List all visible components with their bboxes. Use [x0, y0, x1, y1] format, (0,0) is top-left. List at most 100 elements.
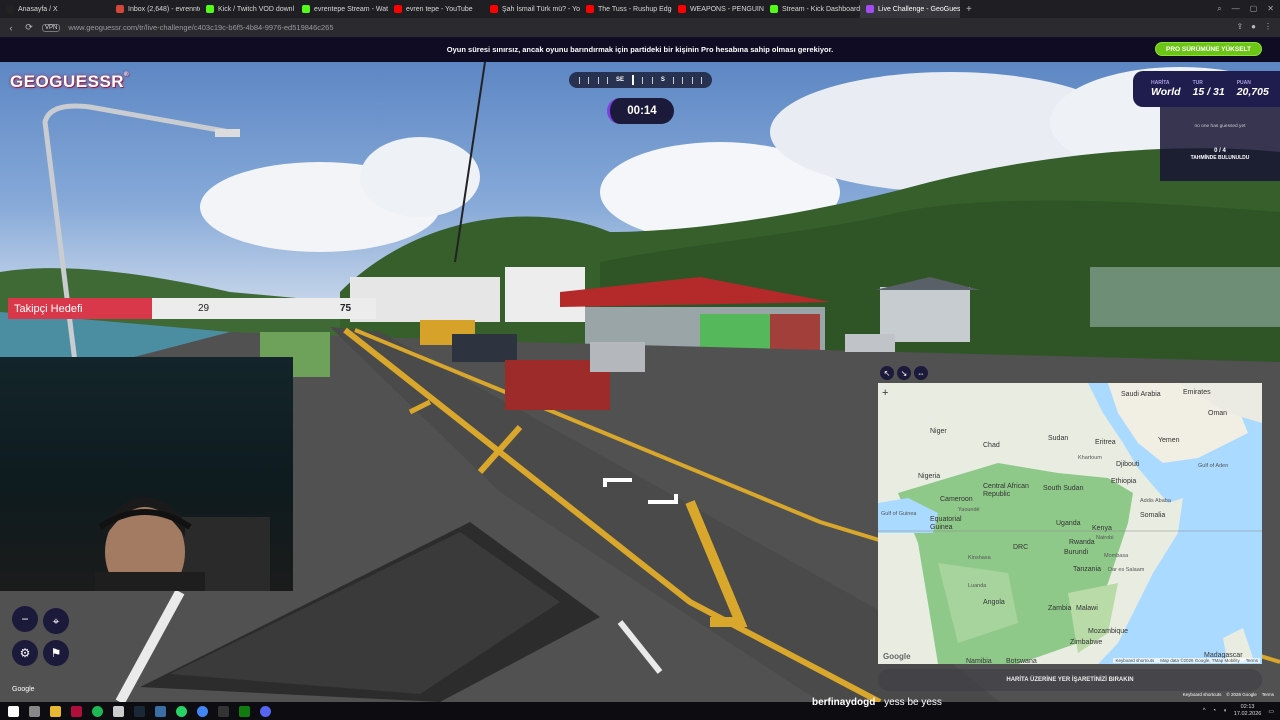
follower-goal-bar: Takipçi Hedefi 29 75 — [8, 298, 376, 319]
geoguessr-logo[interactable]: GEOGUESSR® — [10, 72, 129, 92]
maximize-icon[interactable]: ▢ — [1250, 4, 1258, 14]
tab-favicon-icon — [206, 5, 214, 13]
notepad-icon[interactable] — [113, 705, 124, 717]
map-label: Sudan — [1048, 435, 1069, 442]
chat-message-text: yess be yess — [884, 697, 942, 708]
clock[interactable]: 02:13 17.02.2026 — [1234, 704, 1262, 718]
xbox-icon[interactable] — [239, 705, 250, 717]
search-tabs-icon[interactable]: ⌕ — [1217, 4, 1221, 14]
settings-button[interactable]: ⚙ — [12, 640, 38, 666]
map-label: Angola — [983, 599, 1005, 606]
compass-direction-s: S — [660, 77, 665, 83]
start-icon[interactable] — [8, 705, 19, 717]
discord-icon[interactable] — [260, 705, 271, 717]
map-size-controls: ↖ ↘ ⇔ — [880, 366, 928, 380]
street-view-google-logo: Google — [12, 686, 35, 693]
tab-favicon-icon — [770, 5, 778, 13]
file-explorer-icon[interactable] — [50, 705, 61, 717]
map-city-label: Nairobi — [1096, 535, 1114, 541]
browser-tab[interactable]: The Tuss - Rushup Edge — [580, 0, 672, 18]
browser-tab[interactable]: Kick / Twitch VOD downl — [200, 0, 296, 18]
zoom-out-button[interactable]: − — [12, 606, 38, 632]
menu-icon[interactable]: ⋮ — [1264, 22, 1272, 31]
system-tray: ^ ◔ ◖ 02:13 17.02.2026 ▭ — [1203, 704, 1274, 718]
map-stat: HARİTA World — [1151, 80, 1181, 98]
map-terms-link[interactable]: Terms — [1246, 658, 1258, 663]
tab-favicon-icon — [866, 5, 874, 13]
flag-button[interactable]: ⚑ — [43, 640, 69, 666]
tab-favicon-icon — [678, 5, 686, 13]
tab-favicon-icon — [116, 5, 124, 13]
map-label: Namibia — [966, 658, 992, 664]
map-label: Rwanda — [1069, 539, 1095, 546]
sv-terms-link[interactable]: Terms — [1262, 692, 1274, 697]
map-label: Ethiopia — [1111, 478, 1137, 485]
notification-icon[interactable]: ▭ — [1268, 708, 1274, 715]
map-label: Cameroon — [940, 496, 973, 503]
browser-tab[interactable]: Inbox (2,648) - evrenntep — [110, 0, 200, 18]
browser-tab[interactable]: Live Challenge - GeoGues — [860, 0, 960, 18]
map-pin-icon[interactable]: ⇔ — [914, 366, 928, 380]
gear-icon: ⚙ — [19, 646, 31, 660]
url-field[interactable]: www.geoguessr.com/tr/live-challenge/c403… — [68, 23, 333, 32]
browser-tab[interactable]: WEAPONS - PENGUIN - E — [672, 0, 764, 18]
profile-icon[interactable]: ● — [1251, 22, 1256, 31]
share-icon[interactable]: ⇪ — [1236, 22, 1243, 31]
map-label: Oman — [1208, 410, 1228, 417]
app-icon[interactable] — [71, 705, 82, 717]
obs-icon[interactable] — [218, 705, 229, 717]
spotify-icon[interactable] — [92, 705, 103, 717]
tab-label: The Tuss - Rushup Edge — [598, 5, 672, 13]
wifi-icon[interactable]: ◔ — [1213, 708, 1217, 714]
place-marker-button[interactable]: HARİTA ÜZERİNE YER İŞARETİNİZİ BIRAKIN — [878, 669, 1262, 691]
compass-center-mark — [632, 75, 635, 85]
volume-icon[interactable]: ◖ — [1223, 708, 1227, 714]
browser-tab-bar: Anasayfa / X Inbox (2,648) - evrenntep Kic… — [0, 0, 1280, 18]
sv-keyboard-shortcuts[interactable]: Keyboard shortcuts — [1183, 692, 1222, 697]
upgrade-pro-button[interactable]: PRO SÜRÜMÜNE YÜKSELT — [1155, 42, 1262, 56]
map-label: Burundi — [1064, 549, 1089, 556]
webcam-image — [95, 497, 270, 591]
map-label: Botswana — [1006, 658, 1037, 664]
reload-icon[interactable]: ⟳ — [24, 22, 34, 33]
network-app-icon[interactable] — [155, 705, 166, 717]
map-zoom-in-button[interactable]: + — [882, 387, 888, 399]
task-view-icon[interactable] — [29, 705, 40, 717]
map-label: Chad — [983, 442, 1000, 449]
minimize-icon[interactable]: — — [1232, 4, 1240, 14]
tab-favicon-icon — [6, 5, 14, 13]
map-label: Central African Republic — [983, 483, 1029, 498]
tab-label: Stream - Kick Dashboard — [782, 5, 860, 13]
map-data-credit: Map data ©2026 Google, TMap Mobility — [1160, 658, 1240, 663]
browser-tab[interactable]: evrentepe Stream - Watc — [296, 0, 388, 18]
map-expand-icon[interactable]: ↖ — [880, 366, 894, 380]
map-keyboard-shortcuts[interactable]: Keyboard shortcuts — [1115, 658, 1154, 663]
browser-tab[interactable]: Stream - Kick Dashboard — [764, 0, 860, 18]
browser-tab[interactable]: Şah İsmail Türk mü? - Yo — [484, 0, 580, 18]
steam-icon[interactable] — [134, 705, 145, 717]
map-city-label: Mombasa — [1104, 553, 1129, 559]
map-city-label: Kinshasa — [968, 555, 991, 561]
follower-goal-target: 75 — [340, 303, 352, 314]
new-tab-button[interactable]: + — [960, 4, 978, 15]
vpn-badge[interactable]: VPN — [42, 23, 61, 32]
chrome-icon[interactable] — [197, 705, 208, 717]
browser-tab[interactable]: Anasayfa / X — [0, 0, 110, 18]
map-label: South Sudan — [1043, 485, 1084, 492]
round-stat: TUR 15 / 31 — [1192, 80, 1225, 98]
chat-username: berfinaydogd — [812, 697, 876, 708]
back-icon[interactable]: ‹ — [6, 23, 16, 33]
map-label: Malawi — [1076, 605, 1098, 612]
whatsapp-icon[interactable] — [176, 705, 187, 717]
close-icon[interactable]: ✕ — [1267, 4, 1274, 14]
map-label: DRC — [1013, 544, 1029, 551]
tray-chevron-icon[interactable]: ^ — [1203, 708, 1206, 714]
guess-map[interactable]: + Saudi Arabia Emirates Oman Niger Chad Sudan… — [878, 383, 1262, 664]
map-shrink-icon[interactable]: ↘ — [897, 366, 911, 380]
map-city-label: Yaoundé — [958, 507, 980, 513]
return-to-start-button[interactable]: ⌖ — [43, 608, 69, 634]
map-label: Somalia — [1140, 512, 1166, 519]
map-attribution: Keyboard shortcuts Map data ©2026 Google… — [1113, 658, 1260, 663]
browser-tab[interactable]: evren tepe - YouTube — [388, 0, 484, 18]
map-label: Kenya — [1092, 525, 1112, 532]
